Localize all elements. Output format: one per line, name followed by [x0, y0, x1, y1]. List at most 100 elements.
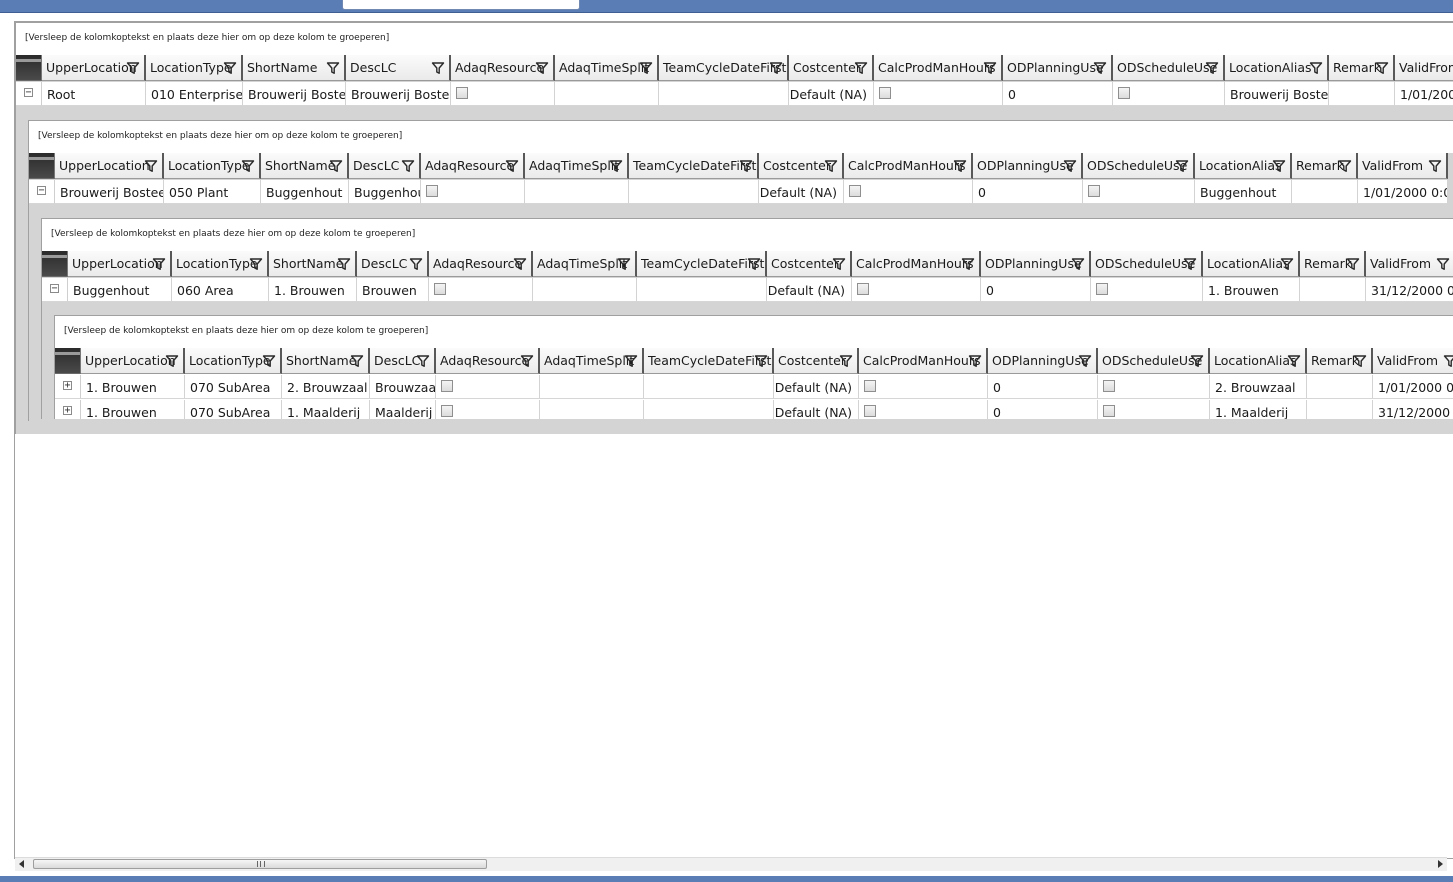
column-header-upperlocation[interactable]: UpperLocation — [68, 251, 172, 277]
column-header-odplanninguse[interactable]: ODPlanningUse — [973, 153, 1083, 179]
checkbox-icon[interactable] — [1103, 405, 1115, 417]
column-header-remark[interactable]: Remark — [1292, 153, 1358, 179]
filter-icon[interactable] — [1346, 257, 1360, 271]
column-header-remark[interactable]: Remark — [1300, 251, 1366, 277]
filter-icon[interactable] — [329, 159, 343, 173]
filter-icon[interactable] — [350, 354, 364, 368]
filter-icon[interactable] — [1190, 354, 1204, 368]
filter-icon[interactable] — [520, 354, 534, 368]
column-header-adaqtimesplit[interactable]: AdaqTimeSplit — [525, 153, 629, 179]
filter-icon[interactable] — [617, 257, 631, 271]
filter-icon[interactable] — [409, 257, 423, 271]
filter-icon[interactable] — [337, 257, 351, 271]
column-header-odscheduleuse[interactable]: ODScheduleUse — [1113, 55, 1225, 81]
cell-adaqresource[interactable] — [451, 82, 555, 106]
row-expander[interactable]: − — [16, 82, 42, 106]
scroll-left-arrow-icon[interactable] — [19, 860, 24, 868]
column-header-shortname[interactable]: ShortName — [282, 348, 370, 374]
column-header-calcprodmanhours[interactable]: CalcProdManHours — [852, 251, 981, 277]
column-header-shortname[interactable]: ShortName — [243, 55, 346, 81]
column-header-calcprodmanhours[interactable]: CalcProdManHours — [874, 55, 1003, 81]
checkbox-icon[interactable] — [864, 405, 876, 417]
column-header-locationalias[interactable]: LocationAlias — [1195, 153, 1292, 179]
filter-icon[interactable] — [1280, 257, 1294, 271]
column-header-odscheduleuse[interactable]: ODScheduleUse — [1091, 251, 1203, 277]
column-header-locationalias[interactable]: LocationAlias — [1203, 251, 1300, 277]
column-header-locationalias[interactable]: LocationAlias — [1225, 55, 1329, 81]
column-header-adaqtimesplit[interactable]: AdaqTimeSplit — [533, 251, 637, 277]
filter-icon[interactable] — [961, 257, 975, 271]
filter-icon[interactable] — [1309, 61, 1323, 75]
column-header-adaqresource[interactable]: AdaqResource — [421, 153, 525, 179]
column-header-adaqresource[interactable]: AdaqResource — [429, 251, 533, 277]
cell-odscheduleuse[interactable] — [1091, 278, 1203, 302]
filter-icon[interactable] — [1287, 354, 1301, 368]
checkbox-icon[interactable] — [1118, 87, 1130, 99]
filter-icon[interactable] — [1183, 257, 1197, 271]
minus-box-icon[interactable]: − — [24, 88, 33, 98]
column-header-validfrom[interactable]: ValidFrom — [1366, 251, 1453, 277]
column-header-locationtype[interactable]: LocationType — [185, 348, 282, 374]
checkbox-icon[interactable] — [456, 87, 468, 99]
column-header-adaqresource[interactable]: AdaqResource — [436, 348, 540, 374]
filter-icon[interactable] — [126, 61, 140, 75]
filter-icon[interactable] — [262, 354, 276, 368]
column-header-costcenter[interactable]: Costcenter — [767, 251, 852, 277]
filter-icon[interactable] — [1071, 257, 1085, 271]
cell-calcprodmanhours[interactable] — [874, 82, 1003, 106]
filter-icon[interactable] — [1063, 159, 1077, 173]
filter-icon[interactable] — [326, 61, 340, 75]
column-header-adaqtimesplit[interactable]: AdaqTimeSplit — [540, 348, 644, 374]
minus-box-icon[interactable]: − — [50, 284, 59, 294]
filter-icon[interactable] — [249, 257, 263, 271]
filter-icon[interactable] — [1375, 61, 1389, 75]
column-header-calcprodmanhours[interactable]: CalcProdManHours — [859, 348, 988, 374]
filter-icon[interactable] — [953, 159, 967, 173]
filter-icon[interactable] — [165, 354, 179, 368]
filter-icon[interactable] — [624, 354, 638, 368]
plus-box-icon[interactable]: + — [63, 381, 72, 391]
filter-icon[interactable] — [968, 354, 982, 368]
column-header-desclc[interactable]: DescLC — [370, 348, 436, 374]
column-header-adaqresource[interactable]: AdaqResource — [451, 55, 555, 81]
scrollbar-thumb[interactable] — [33, 859, 487, 869]
column-header-remark[interactable]: Remark — [1329, 55, 1395, 81]
filter-icon[interactable] — [535, 61, 549, 75]
column-header-locationalias[interactable]: LocationAlias — [1210, 348, 1307, 374]
checkbox-icon[interactable] — [864, 380, 876, 392]
column-header-validfrom[interactable]: ValidFrom — [1373, 348, 1453, 374]
column-header-adaqtimesplit[interactable]: AdaqTimeSplit — [555, 55, 659, 81]
cell-calcprodmanhours[interactable] — [852, 278, 981, 302]
column-header-validfrom[interactable]: ValidFrom — [1358, 153, 1448, 179]
column-header-upperlocation[interactable]: UpperLocation — [42, 55, 146, 81]
column-header-locationtype[interactable]: LocationType — [164, 153, 261, 179]
row-expander[interactable]: − — [42, 278, 68, 302]
top-input-box[interactable] — [342, 0, 580, 10]
horizontal-scrollbar[interactable] — [15, 857, 1447, 871]
group-by-panel[interactable]: [Versleep de kolomkoptekst en plaats dez… — [42, 219, 1453, 251]
table-row[interactable]: − Buggenhout 060 Area 1. Brouwen Brouwen Defa… — [42, 278, 1453, 302]
column-header-shortname[interactable]: ShortName — [269, 251, 357, 277]
filter-icon[interactable] — [754, 354, 768, 368]
filter-icon[interactable] — [223, 61, 237, 75]
filter-icon[interactable] — [401, 159, 415, 173]
filter-icon[interactable] — [241, 159, 255, 173]
checkbox-icon[interactable] — [441, 405, 453, 417]
table-row[interactable]: − Brouwerij Bosteels 050 Plant Buggenhout Bu… — [29, 180, 1448, 204]
filter-icon[interactable] — [1205, 61, 1219, 75]
checkbox-icon[interactable] — [434, 283, 446, 295]
checkbox-icon[interactable] — [1103, 380, 1115, 392]
group-by-panel[interactable]: [Versleep de kolomkoptekst en plaats dez… — [55, 316, 1453, 348]
column-header-teamcycledatefirst[interactable]: TeamCycleDateFirst — [644, 348, 774, 374]
checkbox-icon[interactable] — [426, 185, 438, 197]
group-by-panel[interactable]: [Versleep de kolomkoptekst en plaats dez… — [16, 23, 1453, 55]
column-header-upperlocation[interactable]: UpperLocation — [81, 348, 185, 374]
checkbox-icon[interactable] — [879, 87, 891, 99]
filter-icon[interactable] — [431, 61, 445, 75]
checkbox-icon[interactable] — [849, 185, 861, 197]
table-row[interactable]: +1. Brouwen 070 SubArea 1. Maalderij Maalde… — [55, 400, 1453, 419]
checkbox-icon[interactable] — [1088, 185, 1100, 197]
filter-icon[interactable] — [1175, 159, 1189, 173]
cell-adaqresource[interactable] — [436, 375, 540, 399]
column-header-odplanninguse[interactable]: ODPlanningUse — [981, 251, 1091, 277]
